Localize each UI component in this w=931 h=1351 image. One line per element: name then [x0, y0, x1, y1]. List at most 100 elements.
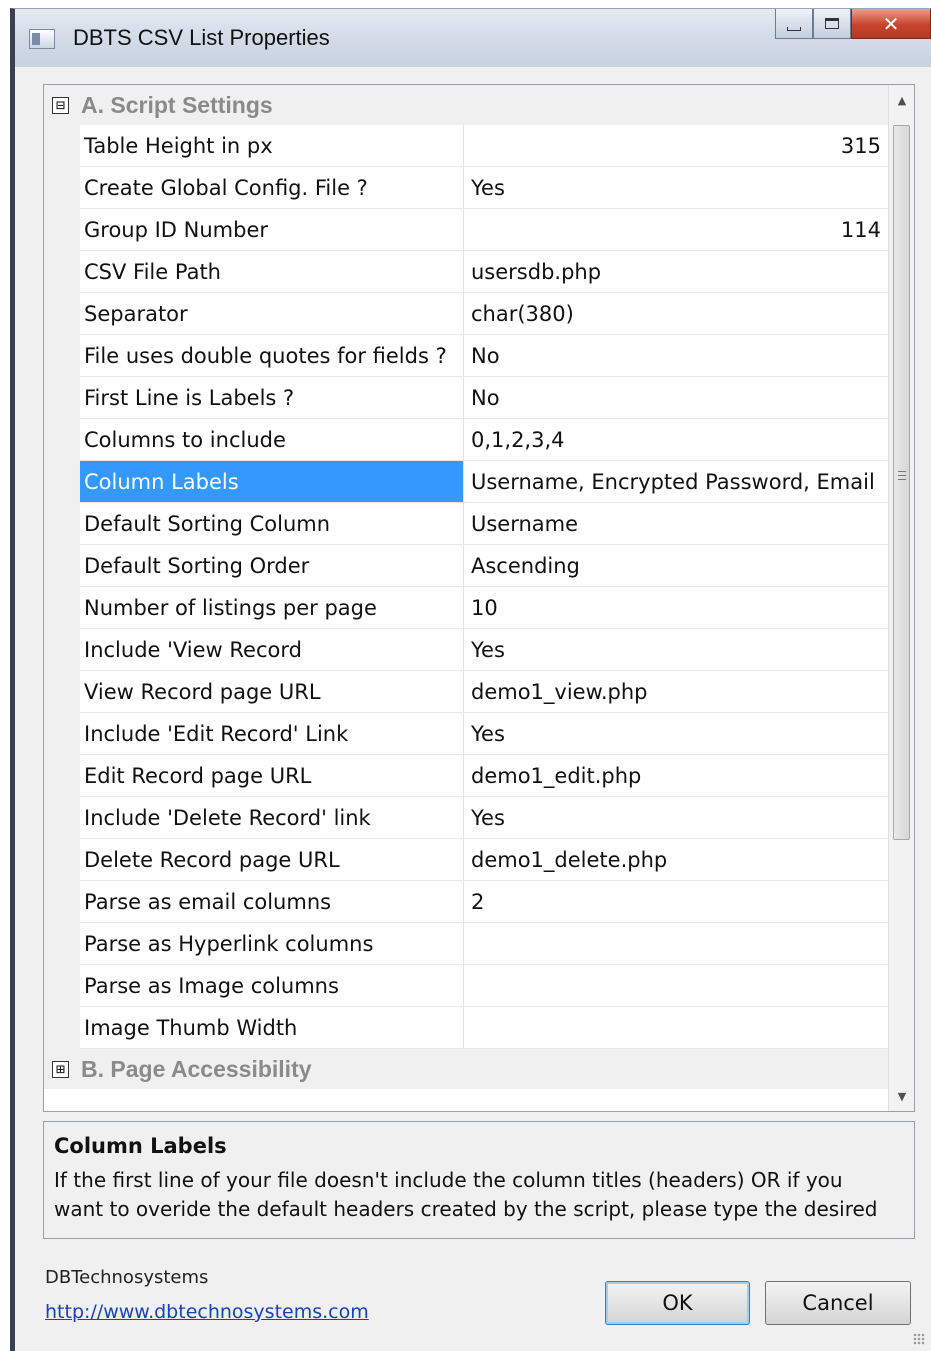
property-row[interactable]: Parse as Hyperlink columns — [44, 923, 889, 965]
company-name: DBTechnosystems — [45, 1267, 209, 1288]
title-bar[interactable]: DBTS CSV List Properties ✕ — [15, 9, 931, 67]
row-gutter — [44, 335, 80, 377]
expand-icon[interactable]: ⊞ — [52, 1060, 69, 1078]
property-value[interactable]: Yes — [464, 167, 889, 209]
category-page-accessibility[interactable]: ⊞ B. Page Accessibility — [44, 1049, 889, 1089]
property-row[interactable]: Delete Record page URL demo1_delete.php — [44, 839, 889, 881]
property-name[interactable]: Delete Record page URL — [80, 839, 464, 881]
property-name[interactable]: Image Thumb Width — [80, 1007, 464, 1049]
help-title: Column Labels — [54, 1134, 227, 1158]
window-title: DBTS CSV List Properties — [73, 25, 330, 50]
property-value[interactable]: Username — [464, 503, 889, 545]
property-value[interactable] — [464, 923, 889, 965]
property-value[interactable]: demo1_edit.php — [464, 755, 889, 797]
property-row[interactable]: CSV File Path usersdb.php — [44, 251, 889, 293]
property-row[interactable]: Include 'Delete Record' link Yes — [44, 797, 889, 839]
property-name[interactable]: View Record page URL — [80, 671, 464, 713]
property-value[interactable]: 10 — [464, 587, 889, 629]
property-name[interactable]: Separator — [80, 293, 464, 335]
property-row[interactable]: Table Height in px 315 — [44, 125, 889, 167]
row-gutter — [44, 377, 80, 419]
property-name[interactable]: Table Height in px — [80, 125, 464, 167]
row-gutter — [44, 671, 80, 713]
property-name[interactable]: Include 'Edit Record' Link — [80, 713, 464, 755]
property-row[interactable]: Column Labels Username, Encrypted Passwor… — [44, 461, 889, 503]
close-button[interactable]: ✕ — [851, 9, 931, 39]
category-label: B. Page Accessibility — [81, 1055, 312, 1082]
property-grid[interactable]: ⊟ A. Script Settings Table Height in px 3… — [43, 84, 915, 1112]
property-row[interactable]: View Record page URL demo1_view.php — [44, 671, 889, 713]
property-name[interactable]: Create Global Config. File ? — [80, 167, 464, 209]
property-value[interactable]: Ascending — [464, 545, 889, 587]
scroll-down-icon[interactable]: ▼ — [889, 1081, 914, 1111]
property-name[interactable]: Parse as email columns — [80, 881, 464, 923]
property-value[interactable]: No — [464, 377, 889, 419]
property-name[interactable]: Column Labels — [80, 461, 464, 503]
row-gutter — [44, 545, 80, 587]
property-row[interactable]: Default Sorting Order Ascending — [44, 545, 889, 587]
ok-button[interactable]: OK — [605, 1281, 750, 1325]
property-name[interactable]: Edit Record page URL — [80, 755, 464, 797]
property-row[interactable]: Include 'View Record Yes — [44, 629, 889, 671]
app-icon — [29, 29, 55, 49]
property-row[interactable]: Parse as Image columns — [44, 965, 889, 1007]
property-name[interactable]: Default Sorting Column — [80, 503, 464, 545]
property-value[interactable] — [464, 1007, 889, 1049]
property-name[interactable]: Include 'Delete Record' link — [80, 797, 464, 839]
property-row[interactable]: Image Thumb Width — [44, 1007, 889, 1049]
row-gutter — [44, 293, 80, 335]
minimize-button[interactable] — [775, 9, 813, 39]
property-row[interactable]: Parse as email columns 2 — [44, 881, 889, 923]
row-gutter — [44, 461, 80, 503]
property-value[interactable]: usersdb.php — [464, 251, 889, 293]
property-value[interactable] — [464, 965, 889, 1007]
property-value[interactable]: 2 — [464, 881, 889, 923]
property-value[interactable]: Yes — [464, 713, 889, 755]
property-row[interactable]: Edit Record page URL demo1_edit.php — [44, 755, 889, 797]
property-name[interactable]: Include 'View Record — [80, 629, 464, 671]
close-icon: ✕ — [882, 11, 900, 36]
property-value[interactable]: 315 — [464, 125, 889, 167]
property-value[interactable]: Yes — [464, 797, 889, 839]
minimize-icon — [787, 26, 801, 31]
property-value[interactable]: char(380) — [464, 293, 889, 335]
property-row[interactable]: First Line is Labels ? No — [44, 377, 889, 419]
property-name[interactable]: Parse as Hyperlink columns — [80, 923, 464, 965]
row-gutter — [44, 713, 80, 755]
property-name[interactable]: Columns to include — [80, 419, 464, 461]
property-value[interactable]: 114 — [464, 209, 889, 251]
property-row[interactable]: Include 'Edit Record' Link Yes — [44, 713, 889, 755]
property-row[interactable]: Create Global Config. File ? Yes — [44, 167, 889, 209]
scrollbar-thumb[interactable] — [893, 125, 910, 840]
property-value[interactable]: Username, Encrypted Password, Email — [464, 461, 889, 503]
properties-dialog: DBTS CSV List Properties ✕ ⊟ A. Script S… — [10, 8, 931, 1351]
property-row[interactable]: Columns to include 0,1,2,3,4 — [44, 419, 889, 461]
property-name[interactable]: CSV File Path — [80, 251, 464, 293]
property-value[interactable]: Yes — [464, 629, 889, 671]
collapse-icon[interactable]: ⊟ — [52, 96, 69, 114]
maximize-button[interactable] — [813, 9, 851, 39]
website-link[interactable]: http://www.dbtechnosystems.com — [45, 1301, 369, 1323]
help-description-line-1: If the first line of your file doesn't i… — [54, 1168, 843, 1192]
resize-grip-icon[interactable] — [913, 1333, 925, 1345]
property-row[interactable]: Separator char(380) — [44, 293, 889, 335]
category-script-settings[interactable]: ⊟ A. Script Settings — [44, 85, 889, 125]
scroll-up-icon[interactable]: ▲ — [889, 85, 914, 115]
property-name[interactable]: Parse as Image columns — [80, 965, 464, 1007]
property-row[interactable]: Default Sorting Column Username — [44, 503, 889, 545]
property-name[interactable]: File uses double quotes for fields ? — [80, 335, 464, 377]
vertical-scrollbar[interactable]: ▲ ▼ — [888, 85, 914, 1111]
property-row[interactable]: Group ID Number 114 — [44, 209, 889, 251]
cancel-button[interactable]: Cancel — [765, 1281, 911, 1325]
grip-icon — [898, 471, 906, 480]
property-row[interactable]: Number of listings per page 10 — [44, 587, 889, 629]
property-name[interactable]: Default Sorting Order — [80, 545, 464, 587]
property-value[interactable]: demo1_delete.php — [464, 839, 889, 881]
property-value[interactable]: No — [464, 335, 889, 377]
property-value[interactable]: demo1_view.php — [464, 671, 889, 713]
property-name[interactable]: First Line is Labels ? — [80, 377, 464, 419]
property-row[interactable]: File uses double quotes for fields ? No — [44, 335, 889, 377]
property-name[interactable]: Group ID Number — [80, 209, 464, 251]
property-name[interactable]: Number of listings per page — [80, 587, 464, 629]
property-value[interactable]: 0,1,2,3,4 — [464, 419, 889, 461]
